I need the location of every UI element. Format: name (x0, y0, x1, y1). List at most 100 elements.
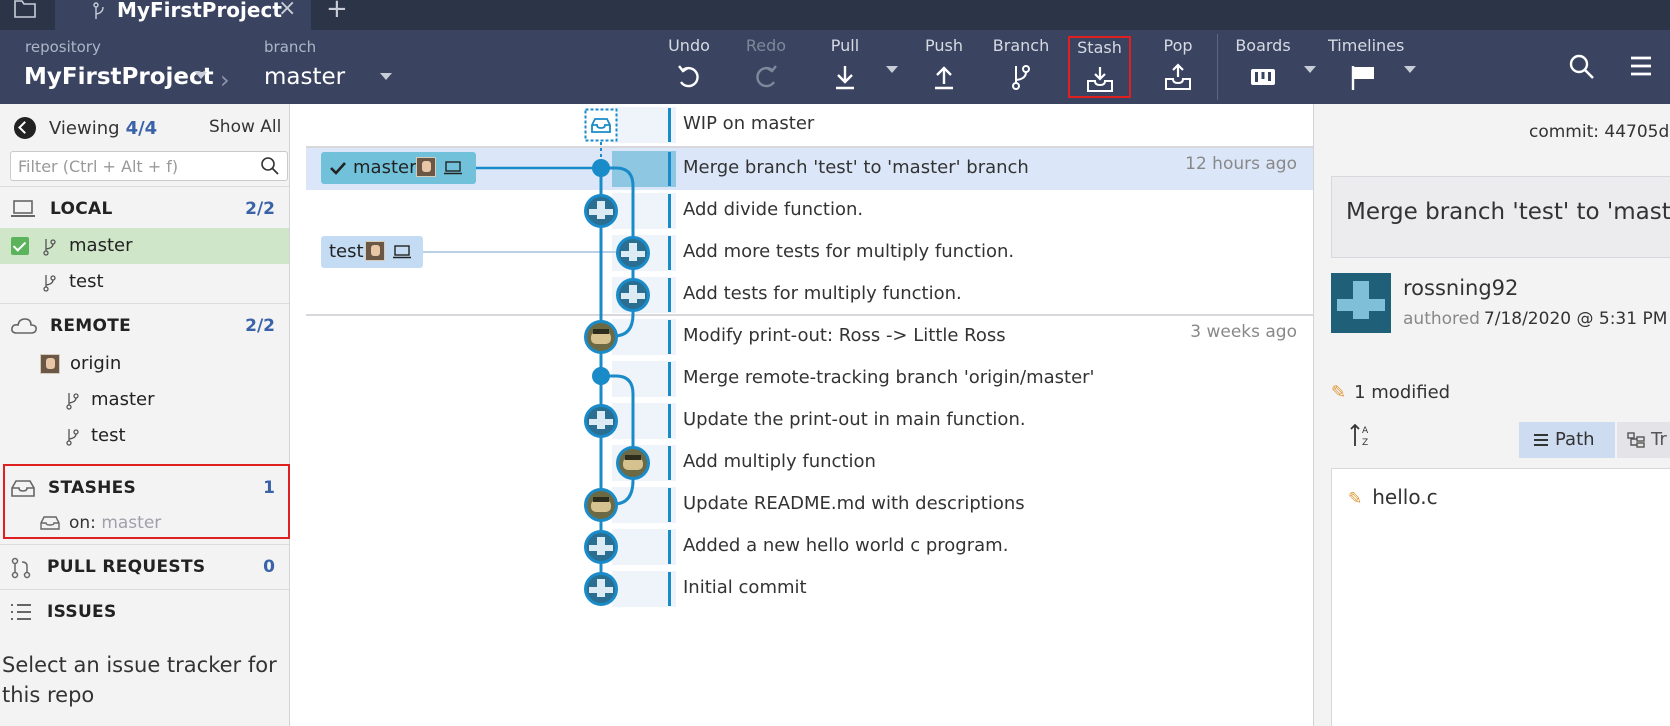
commit-time: 12 hours ago (1185, 154, 1297, 174)
menu-icon[interactable] (1629, 54, 1653, 78)
commit-details-panel: commit: 44705d Merge branch 'test' to 'm… (1313, 104, 1670, 726)
pop-button[interactable]: Pop (1143, 36, 1213, 98)
local-branch-master[interactable]: master (0, 228, 289, 264)
remote-origin[interactable]: origin (0, 346, 289, 382)
author-avatar-node[interactable] (584, 572, 618, 606)
commit-message: WIP on master (683, 113, 815, 134)
commit-message: Merge remote-tracking branch 'origin/mas… (683, 367, 1095, 388)
authored-date: 7/18/2020 @ 5:31 PM (1483, 309, 1668, 329)
commit-sha[interactable]: 44705d (1604, 122, 1669, 142)
push-icon (935, 66, 953, 90)
branch-icon (66, 393, 79, 410)
search-icon (261, 157, 279, 175)
ref-name: test (329, 241, 364, 262)
timelines-dropdown-icon[interactable] (1404, 66, 1416, 73)
branch-button[interactable]: Branch (986, 36, 1056, 98)
modified-summary: ✎ 1 modified (1331, 382, 1450, 403)
pull-button[interactable]: Pull (810, 36, 880, 98)
local-section-header[interactable]: LOCAL 2/2 (0, 186, 289, 230)
repo-tab[interactable]: MyFirstProject × (55, 0, 311, 30)
push-button[interactable]: Push (909, 36, 979, 98)
show-all-button[interactable]: Show All (209, 117, 281, 137)
sort-icon[interactable]: AZ (1350, 422, 1374, 448)
pencil-icon: ✎ (1348, 489, 1363, 509)
ref-label-test[interactable]: test (321, 236, 423, 268)
viewing-text: Viewing 4/4 (49, 118, 157, 139)
author-avatar-node[interactable] (616, 236, 650, 270)
check-icon (330, 162, 346, 175)
toolbar: repository MyFirstProject › branch maste… (0, 30, 1670, 104)
undo-label: Undo (668, 36, 710, 55)
timelines-label: Timelines (1328, 36, 1405, 55)
pencil-icon: ✎ (1331, 382, 1347, 403)
path-view-button[interactable]: Path (1519, 422, 1615, 458)
branch-selector[interactable]: master (264, 64, 345, 90)
graph-lines (396, 142, 635, 588)
laptop-icon (11, 200, 35, 217)
remote-section-header[interactable]: REMOTE 2/2 (0, 303, 289, 347)
file-name: hello.c (1372, 485, 1438, 509)
redo-button[interactable]: Redo (731, 36, 801, 98)
svg-text:A: A (1362, 426, 1369, 436)
remote-branch-test[interactable]: test (0, 418, 289, 454)
tab-close-icon[interactable]: × (278, 0, 296, 20)
tree-view-button[interactable]: Tr (1617, 422, 1670, 458)
pop-icon (1165, 63, 1191, 90)
filter-input[interactable] (18, 155, 248, 177)
author-avatar-node[interactable] (584, 194, 618, 228)
author-avatar-node[interactable] (584, 530, 618, 564)
pull-label: Pull (830, 36, 860, 55)
push-label: Push (925, 36, 963, 55)
boards-dropdown-icon[interactable] (1304, 66, 1316, 73)
branch-icon (43, 275, 56, 292)
repository-dropdown-icon[interactable] (195, 72, 207, 79)
back-arrow-icon[interactable] (14, 117, 36, 139)
commit-message-box[interactable]: Merge branch 'test' to 'master (1331, 176, 1670, 258)
stashes-highlight (3, 464, 290, 539)
stash-button[interactable]: Stash (1068, 36, 1131, 98)
avatar (416, 157, 436, 177)
modified-count: 1 modified (1354, 382, 1451, 403)
merge-commit-node[interactable] (592, 367, 610, 385)
author-avatar-node[interactable] (616, 278, 650, 312)
pull-requests-section-header[interactable]: PULL REQUESTS 0 (0, 544, 289, 588)
commit-graph: WIP on master Merge branch 'test' to 'ma… (306, 104, 1313, 726)
new-tab-icon[interactable]: + (326, 0, 348, 22)
boards-button[interactable]: Boards (1228, 36, 1298, 98)
viewing-bar: Viewing 4/4 Show All (0, 104, 289, 150)
pull-dropdown-icon[interactable] (886, 66, 898, 73)
pull-requests-title: PULL REQUESTS (47, 557, 206, 577)
issues-section-header[interactable]: ISSUES (0, 589, 289, 633)
toolbar-divider (1217, 34, 1218, 100)
commit-message: Add tests for multiply function. (683, 283, 962, 304)
timelines-icon (1351, 66, 1374, 90)
redo-label: Redo (745, 36, 787, 55)
undo-button[interactable]: Undo (654, 36, 724, 98)
ref-label-master[interactable]: master (321, 152, 476, 184)
branch-dropdown-icon[interactable] (380, 73, 392, 80)
search-icon[interactable] (1569, 54, 1595, 80)
local-branch-test[interactable]: test (0, 264, 289, 300)
author-avatar-node[interactable] (584, 320, 618, 354)
merge-commit-node[interactable] (592, 159, 610, 177)
timelines-button[interactable]: Timelines (1328, 36, 1405, 98)
commit-message: Modify print-out: Ross -> Little Ross (683, 325, 1006, 346)
author-avatar-node[interactable] (584, 488, 618, 522)
issue-tracker-message[interactable]: Select an issue tracker for this repo (2, 650, 282, 710)
author-avatar-node[interactable] (616, 446, 650, 480)
folder-icon[interactable] (14, 0, 36, 23)
pull-request-icon (11, 557, 31, 579)
repository-selector[interactable]: MyFirstProject (24, 64, 214, 90)
path-label: Path (1555, 429, 1595, 450)
file-list: ✎ hello.c (1331, 468, 1670, 726)
title-bar: MyFirstProject × + (0, 0, 1670, 30)
viewing-count: 4/4 (125, 118, 158, 139)
commit-message: Update README.md with descriptions (683, 493, 1025, 514)
laptop-icon (393, 245, 411, 259)
file-item[interactable]: ✎ hello.c (1348, 485, 1438, 509)
commit-message: Add multiply function (683, 451, 876, 472)
remote-branch-master[interactable]: master (0, 382, 289, 418)
avatar (1331, 273, 1391, 333)
filter-field[interactable] (10, 151, 288, 181)
author-avatar-node[interactable] (584, 404, 618, 438)
